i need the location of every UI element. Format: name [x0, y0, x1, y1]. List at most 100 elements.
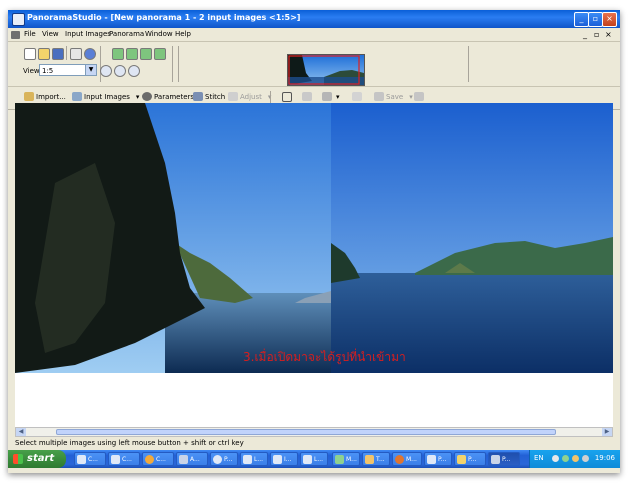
stitch-label: Stitch [205, 92, 226, 101]
taskbar-item-8[interactable]: L... [300, 452, 328, 466]
app-icon [213, 455, 222, 464]
close-button[interactable]: × [602, 12, 617, 27]
taskbar-item-13[interactable]: P... [454, 452, 486, 466]
chevron-down-icon[interactable]: ▾ [409, 93, 413, 101]
app-icon [427, 455, 436, 464]
window-icon [111, 455, 120, 464]
flip-horizontal-icon[interactable] [140, 48, 152, 60]
app-icon[interactable] [12, 13, 25, 26]
import-label: Import... [36, 92, 66, 101]
rotate-right-icon[interactable] [126, 48, 138, 60]
print-button[interactable]: ▾ [322, 92, 340, 101]
parameters-button[interactable]: Parameters [142, 92, 194, 101]
language-indicator[interactable]: EN [534, 454, 544, 462]
edit-button[interactable] [352, 92, 362, 101]
menu-file[interactable]: File [24, 30, 36, 38]
minimize-button[interactable]: _ [574, 12, 589, 27]
taskbar-item-6[interactable]: L... [240, 452, 268, 466]
input-images-button[interactable]: Input Images ▾ [72, 92, 139, 101]
volume-icon[interactable] [552, 455, 559, 462]
menu-panorama[interactable]: Panorama [109, 30, 144, 38]
maximize-button[interactable]: ▫ [588, 12, 603, 27]
crop-button[interactable] [282, 92, 292, 102]
title-bar[interactable]: PanoramaStudio - [New panorama 1 - 2 inp… [8, 10, 620, 28]
toolbox: View: 1:5 ▼ [8, 41, 620, 87]
panorama-thumbnail[interactable] [287, 54, 365, 86]
mdi-restore-icon[interactable]: ▫ [594, 30, 599, 39]
scroll-right-icon[interactable]: ▶ [602, 428, 612, 436]
security-icon[interactable] [572, 455, 579, 462]
new-icon[interactable] [24, 48, 36, 60]
publish-button[interactable] [414, 92, 424, 101]
open-folder-icon[interactable] [38, 48, 50, 60]
app-icon [179, 455, 188, 464]
import-button[interactable]: Import... [24, 92, 66, 101]
menu-input-images[interactable]: Input Images [65, 30, 111, 38]
horizontal-scrollbar[interactable]: ◀ ▶ [15, 427, 613, 437]
taskbar-item-10[interactable]: T... [362, 452, 390, 466]
parameters-label: Parameters [154, 92, 195, 101]
taskbar-item-11[interactable]: M... [392, 452, 422, 466]
panorama-canvas[interactable]: 3.เมื่อเปิดมาจะได้รูปที่นำเข้ามา [15, 103, 613, 373]
system-tray: EN 19:06 [529, 450, 620, 468]
workspace-area[interactable] [15, 373, 613, 433]
taskbar-item-9[interactable]: M... [332, 452, 360, 466]
input-images-label: Input Images [84, 92, 130, 101]
menu-window[interactable]: Window [145, 30, 173, 38]
stitch-icon [193, 92, 203, 101]
menu-view[interactable]: View [42, 30, 59, 38]
zoom-select[interactable]: 1:5 ▼ [39, 64, 97, 76]
menu-bar: File View Input Images Panorama Window H… [8, 29, 620, 41]
chevron-down-icon[interactable]: ▾ [336, 93, 340, 101]
window-title: PanoramaStudio - [New panorama 1 - 2 inp… [27, 13, 301, 22]
app-window: PanoramaStudio - [New panorama 1 - 2 inp… [8, 10, 620, 473]
windows-taskbar: start C... C... C... A... P... L... I...… [8, 450, 620, 468]
zoom-in-icon[interactable] [100, 65, 112, 77]
clock: 19:06 [594, 454, 615, 462]
chevron-down-icon[interactable]: ▼ [85, 65, 96, 75]
start-label: start [27, 453, 55, 464]
scroll-thumb[interactable] [56, 429, 556, 435]
zoom-fit-icon[interactable] [128, 65, 140, 77]
chevron-down-icon[interactable]: ▾ [136, 93, 140, 101]
gear-icon [142, 92, 152, 101]
taskbar-item-1[interactable]: C... [74, 452, 106, 466]
tray-icon[interactable] [582, 455, 589, 462]
print-icon [322, 92, 332, 101]
taskbar-item-12[interactable]: P... [424, 452, 452, 466]
app-icon [243, 455, 252, 464]
mdi-minimize-icon[interactable]: _ [583, 30, 587, 39]
browser-icon [145, 455, 154, 464]
document-icon[interactable] [11, 31, 20, 39]
rotate-left-icon[interactable] [112, 48, 124, 60]
taskbar-item-4[interactable]: A... [176, 452, 208, 466]
panorama-image [15, 103, 613, 373]
flip-vertical-icon[interactable] [154, 48, 166, 60]
stitch-button[interactable]: Stitch [193, 92, 225, 101]
taskbar-item-panoramastudio[interactable]: P... [488, 452, 520, 466]
network-icon[interactable] [562, 455, 569, 462]
zoom-out-icon[interactable] [114, 65, 126, 77]
save-button[interactable]: Save ▾ [374, 92, 413, 101]
taskbar-item-2[interactable]: C... [108, 452, 140, 466]
taskbar-item-7[interactable]: I... [270, 452, 298, 466]
export-icon [302, 92, 312, 101]
taskbar-item-5[interactable]: P... [210, 452, 238, 466]
menu-help[interactable]: Help [175, 30, 191, 38]
hint-bulb-icon[interactable] [70, 48, 82, 60]
taskbar-item-3[interactable]: C... [142, 452, 174, 466]
scroll-left-icon[interactable]: ◀ [16, 428, 26, 436]
import-folder-icon [24, 92, 34, 101]
save-label: Save [386, 92, 404, 101]
canvas-caption: 3.เมื่อเปิดมาจะได้รูปที่นำเข้ามา [243, 350, 406, 364]
crop-icon [282, 92, 292, 102]
adjust-label: Adjust [240, 92, 262, 101]
window-icon [77, 455, 86, 464]
save-disk-icon[interactable] [52, 48, 64, 60]
media-icon [395, 455, 404, 464]
adjust-button[interactable]: Adjust ▾ [228, 92, 271, 101]
help-icon[interactable] [84, 48, 96, 60]
mdi-close-icon[interactable]: × [605, 30, 612, 39]
start-button[interactable]: start [8, 450, 66, 468]
export-button[interactable] [302, 92, 312, 101]
